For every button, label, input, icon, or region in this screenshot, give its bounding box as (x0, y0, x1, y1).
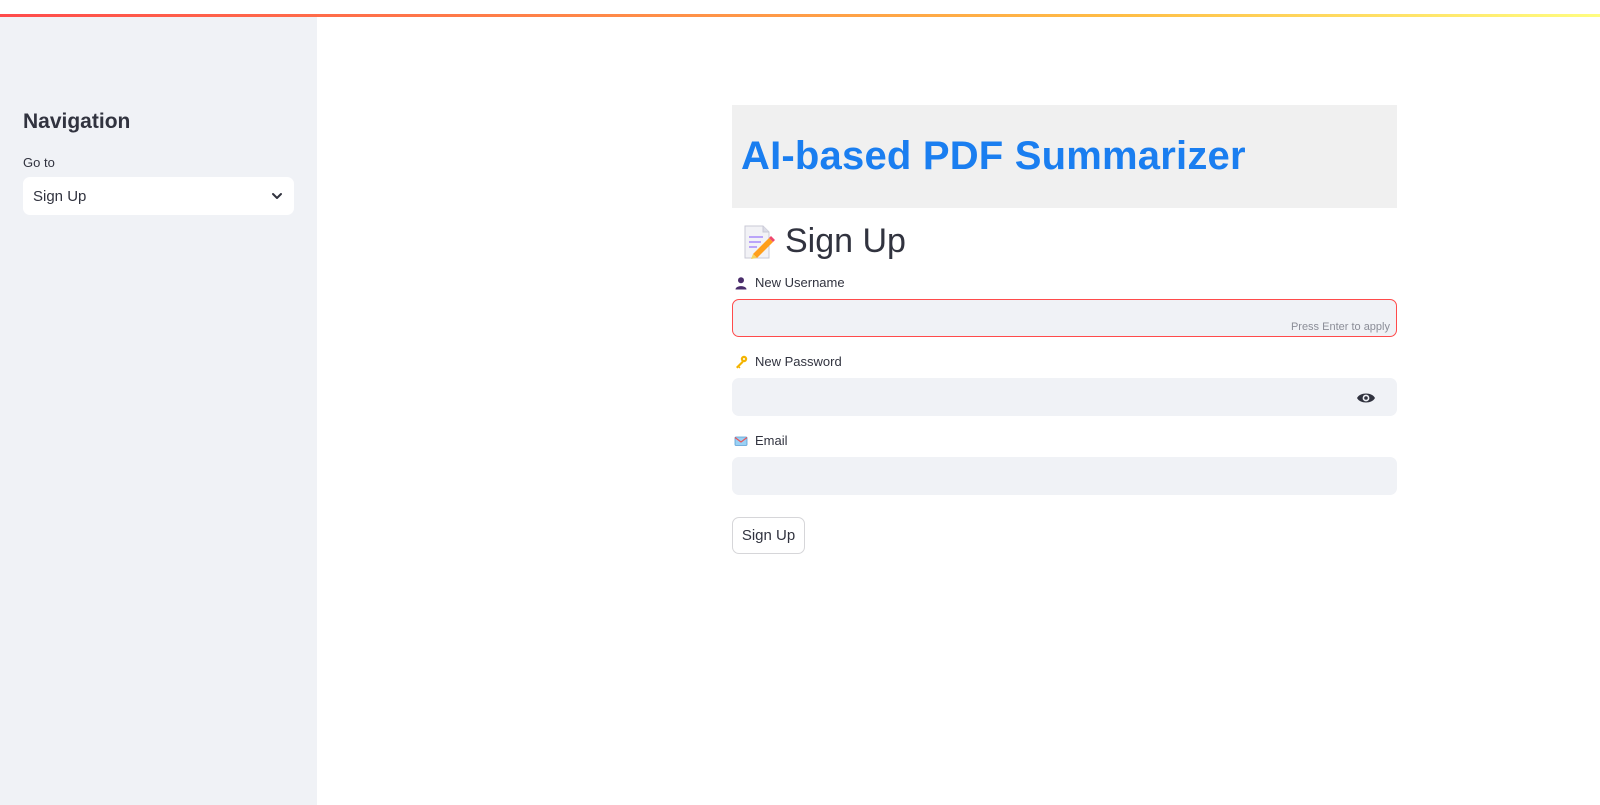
email-label: Email (734, 433, 788, 448)
email-input-wrapper (732, 457, 1397, 495)
sidebar: Navigation Go to Sign Up (0, 17, 317, 805)
title-banner: AI-based PDF Summarizer (732, 105, 1397, 208)
top-decoration-bar (0, 14, 1600, 17)
username-label-text: New Username (755, 275, 845, 290)
email-input[interactable] (733, 458, 1396, 494)
password-label-text: New Password (755, 354, 842, 369)
app-title: AI-based PDF Summarizer (741, 134, 1246, 178)
eye-icon[interactable] (1356, 390, 1376, 406)
page-select-value: Sign Up (33, 187, 87, 205)
page-heading-text: Sign Up (785, 222, 906, 260)
username-input-wrapper: Press Enter to apply (732, 299, 1397, 337)
main-content: AI-based PDF Summarizer Sign Up New User… (317, 17, 1600, 805)
goto-label: Go to (23, 155, 55, 170)
sidebar-heading: Navigation (23, 110, 131, 133)
password-label: New Password (734, 354, 842, 369)
page-select[interactable]: Sign Up (23, 177, 294, 215)
chevron-down-icon (272, 193, 282, 199)
username-label: New Username (734, 275, 845, 290)
password-input[interactable] (733, 379, 1396, 415)
user-silhouette-icon (735, 276, 747, 289)
page-heading: Sign Up (739, 222, 906, 261)
envelope-icon (734, 436, 748, 446)
email-label-text: Email (755, 433, 788, 448)
memo-icon (744, 225, 775, 259)
password-input-wrapper (732, 378, 1397, 416)
press-enter-hint: Press Enter to apply (1290, 321, 1390, 333)
sign-up-button[interactable]: Sign Up (732, 517, 805, 554)
key-icon (736, 355, 748, 368)
